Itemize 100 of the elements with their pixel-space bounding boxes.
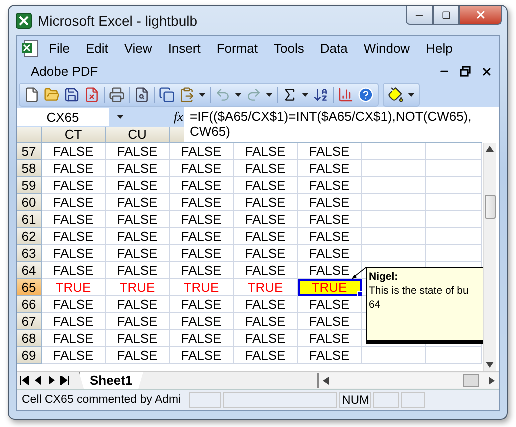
comment-text: 64: [369, 298, 382, 312]
scroll-left-icon[interactable]: [323, 376, 329, 384]
scroll-up-icon[interactable]: [486, 146, 494, 152]
scroll-thumb[interactable]: [484, 195, 496, 219]
table-cell: FALSE: [106, 313, 170, 330]
row-header[interactable]: 61: [17, 211, 42, 228]
dropdown-icon[interactable]: [117, 115, 124, 119]
row-header[interactable]: 68: [17, 330, 42, 347]
table-cell: [426, 194, 482, 211]
fill-color-icon[interactable]: [388, 87, 404, 103]
sort-icon[interactable]: [313, 87, 329, 103]
menu-item[interactable]: Help: [418, 39, 461, 58]
table-cell: [426, 228, 482, 245]
table-cell: FALSE: [106, 262, 170, 279]
table-cell: FALSE: [106, 177, 170, 194]
table-cell: [426, 177, 482, 194]
table-cell: FALSE: [106, 228, 170, 245]
column-header[interactable]: CU: [106, 127, 170, 143]
restore-icon[interactable]: [460, 66, 471, 77]
caret-icon[interactable]: [235, 93, 242, 97]
paste-icon[interactable]: [179, 87, 195, 103]
maximize-button[interactable]: [433, 6, 459, 25]
scroll-right-icon[interactable]: [489, 376, 495, 384]
vertical-scrollbar[interactable]: [483, 143, 496, 371]
table-cell: FALSE: [42, 228, 106, 245]
table-cell: FALSE: [42, 262, 106, 279]
row-header[interactable]: 67: [17, 313, 42, 330]
table-cell: FALSE: [170, 347, 234, 364]
close-icon[interactable]: [481, 66, 493, 78]
table-cell: FALSE: [170, 296, 234, 313]
scroll-down-icon[interactable]: [486, 362, 494, 368]
table-cell: [362, 160, 426, 177]
row-header[interactable]: 64: [17, 262, 42, 279]
row-header[interactable]: 58: [17, 160, 42, 177]
menu-item[interactable]: Edit: [78, 39, 116, 58]
table-cell: FALSE: [170, 245, 234, 262]
menu-item[interactable]: Window: [356, 39, 418, 58]
row-header[interactable]: 57: [17, 143, 42, 160]
row-header[interactable]: 63: [17, 245, 42, 262]
column-header[interactable]: CT: [42, 127, 106, 143]
save-icon[interactable]: [64, 87, 80, 103]
caret-icon[interactable]: [408, 93, 415, 97]
table-cell: FALSE: [298, 177, 362, 194]
excel-logo-icon: [16, 12, 32, 28]
sheet-tab[interactable]: Sheet1: [79, 372, 144, 390]
row-header[interactable]: 60: [17, 194, 42, 211]
table-cell: FALSE: [170, 194, 234, 211]
table-cell: TRUE: [106, 279, 170, 296]
caret-icon[interactable]: [302, 93, 309, 97]
row-header[interactable]: 65: [17, 279, 42, 296]
table-cell: FALSE: [298, 313, 362, 330]
table-cell: [362, 347, 426, 364]
table-cell: FALSE: [42, 330, 106, 347]
menu-item[interactable]: File: [41, 39, 78, 58]
formula-field[interactable]: =IF(($A65/CX$1)=INT($A65/CX$1),NOT(CW65), CW65): [184, 107, 499, 142]
close-button[interactable]: [459, 6, 502, 25]
row-header[interactable]: 59: [17, 177, 42, 194]
comment-text: This is the state of bu: [369, 284, 470, 298]
table-cell: [362, 194, 426, 211]
table-cell: [362, 143, 426, 160]
document-x-icon[interactable]: [84, 87, 100, 103]
help-icon[interactable]: [358, 87, 374, 103]
chart-icon[interactable]: [338, 87, 354, 103]
row-header[interactable]: 69: [17, 347, 42, 364]
table-cell: FALSE: [106, 194, 170, 211]
table-cell: FALSE: [106, 160, 170, 177]
minimize-button[interactable]: [406, 6, 433, 25]
table-cell: FALSE: [298, 228, 362, 245]
table-cell: TRUE: [234, 279, 298, 296]
new-document-icon[interactable]: [24, 87, 40, 103]
maximize-icon[interactable]: [442, 10, 450, 20]
scroll-thumb[interactable]: [463, 374, 479, 387]
name-box[interactable]: CX65: [17, 108, 109, 126]
table-cell: [362, 228, 426, 245]
menu-item[interactable]: Tools: [266, 39, 312, 58]
menu-item[interactable]: View: [116, 39, 160, 58]
print-preview-icon[interactable]: [134, 87, 150, 103]
function-icon[interactable]: fx: [174, 109, 184, 125]
row-header[interactable]: 62: [17, 228, 42, 245]
horizontal-scrollbar[interactable]: [317, 373, 499, 388]
caret-icon[interactable]: [199, 93, 206, 97]
table-cell: [426, 143, 482, 160]
excel-document-icon[interactable]: [21, 40, 41, 58]
window-title: Microsoft Excel - lightbulb: [38, 12, 198, 28]
table-cell: FALSE: [298, 194, 362, 211]
status-panel: [189, 392, 222, 408]
table-cell: FALSE: [170, 160, 234, 177]
caret-icon[interactable]: [266, 93, 273, 97]
table-cell: FALSE: [42, 313, 106, 330]
table-cell: FALSE: [170, 143, 234, 160]
table-cell: FALSE: [298, 245, 362, 262]
table-cell: [362, 211, 426, 228]
table-cell: FALSE: [234, 194, 298, 211]
menu-item[interactable]: Data: [312, 39, 356, 58]
copy-icon[interactable]: [159, 87, 175, 103]
print-icon[interactable]: [109, 87, 125, 103]
row-header[interactable]: 66: [17, 296, 42, 313]
menu-item[interactable]: Format: [208, 39, 266, 58]
menu-item[interactable]: Insert: [160, 39, 209, 58]
menu-item[interactable]: Adobe PDF: [31, 64, 98, 79]
